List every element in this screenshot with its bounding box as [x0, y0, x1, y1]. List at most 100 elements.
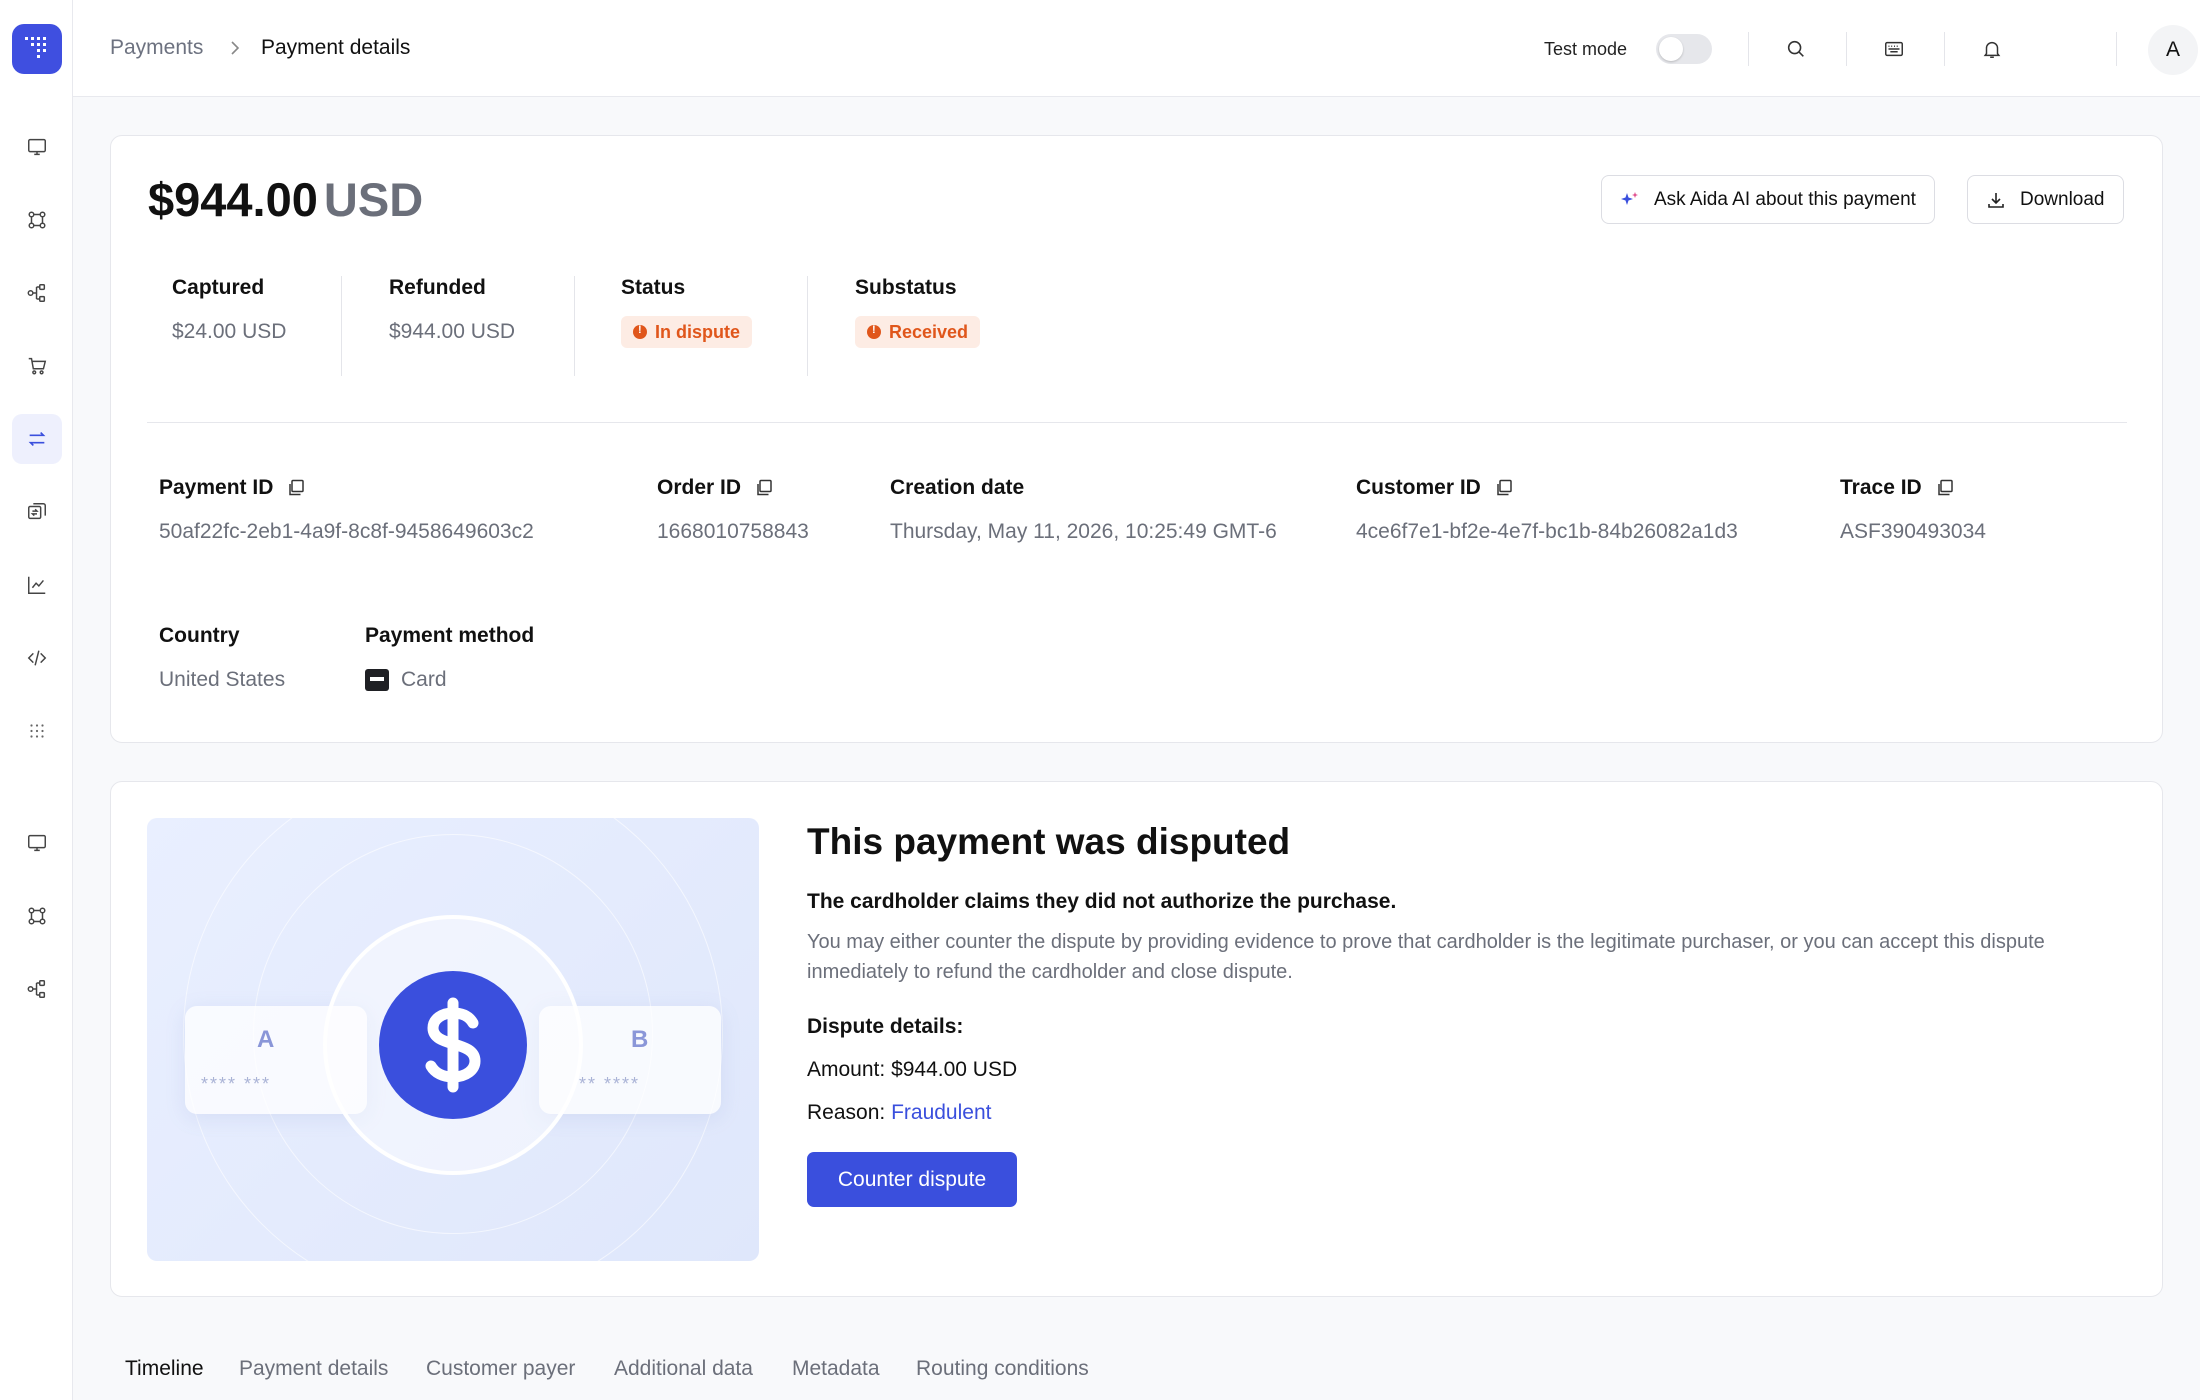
test-mode-toggle[interactable]	[1656, 34, 1712, 64]
order-id-label: Order ID	[657, 476, 742, 499]
dispute-amount-value: $944.00 USD	[891, 1058, 1018, 1081]
divider	[807, 276, 808, 376]
refunded-label: Refunded	[389, 276, 486, 299]
download-icon	[1988, 192, 2004, 208]
breadcrumb-payments[interactable]: Payments	[110, 36, 203, 60]
tab-metadata[interactable]: Metadata	[792, 1357, 880, 1381]
download-label: Download	[2020, 188, 2105, 210]
divider	[147, 422, 2127, 423]
captured-value: $24.00 USD	[172, 320, 287, 343]
divider	[1846, 32, 1847, 66]
payment-id-value: 50af22fc-2eb1-4a9f-8c8f-9458649603c2	[159, 520, 534, 543]
substatus-stat: Substatus Received	[855, 276, 981, 348]
creation-date-value: Thursday, May 11, 2026, 10:25:49 GMT-6	[890, 520, 1277, 543]
tab-routing-conditions[interactable]: Routing conditions	[916, 1357, 1089, 1381]
copy-icon[interactable]	[1495, 479, 1513, 497]
transactions-icon[interactable]	[12, 414, 62, 464]
chevron-right-icon	[231, 41, 240, 55]
substatus-value: Received	[889, 321, 969, 342]
connections-icon[interactable]	[12, 964, 62, 1014]
tab-payment-details[interactable]: Payment details	[239, 1357, 388, 1381]
tab-customer-payer[interactable]: Customer payer	[426, 1357, 575, 1381]
payment-id-field: Payment ID 50af22fc-2eb1-4a9f-8c8f-94586…	[159, 476, 534, 544]
cart-icon[interactable]	[12, 341, 62, 391]
keyboard-icon[interactable]	[1875, 30, 1913, 68]
bell-icon[interactable]	[1973, 30, 2011, 68]
dollar-icon	[379, 971, 527, 1119]
dispute-description: You may either counter the dispute by pr…	[807, 931, 2045, 983]
creation-date-field: Creation date Thursday, May 11, 2026, 10…	[890, 476, 1277, 544]
divider	[1748, 32, 1749, 66]
payment-method-label: Payment method	[365, 624, 535, 647]
breadcrumb-current: Payment details	[261, 36, 411, 59]
code-icon[interactable]	[12, 633, 62, 683]
trace-id-field: Trace ID ASF390493034	[1840, 476, 1986, 544]
card-a-letter: A	[257, 1026, 275, 1053]
search-icon[interactable]	[1777, 30, 1815, 68]
copy-icon[interactable]	[1936, 479, 1954, 497]
dispute-reason: Reason: Fraudulent	[807, 1101, 991, 1125]
substatus-badge: Received	[855, 316, 981, 348]
copy-icon[interactable]	[287, 479, 305, 497]
payment-summary-card: $944.00 USD Ask Aida AI about this paymen…	[110, 135, 2163, 743]
divider	[341, 276, 342, 376]
dispute-card: A **** *** B ** **** This payment was di…	[110, 781, 2163, 1297]
status-stat: Status In dispute	[621, 276, 752, 348]
refunded-stat: Refunded $944.00 USD	[389, 276, 515, 344]
amount-currency: USD	[323, 173, 424, 226]
monitor-icon[interactable]	[12, 818, 62, 868]
substatus-label: Substatus	[855, 276, 957, 299]
dispute-amount-label: Amount:	[807, 1058, 886, 1081]
dispute-reason-link[interactable]: Fraudulent	[891, 1101, 991, 1124]
status-label: Status	[621, 276, 686, 299]
alert-icon	[633, 324, 647, 339]
divider	[1944, 32, 1945, 66]
apps-grid-icon[interactable]	[12, 706, 62, 756]
counter-dispute-button[interactable]: Counter dispute	[807, 1152, 1017, 1207]
test-mode-label: Test mode	[1544, 39, 1628, 59]
workflow-icon[interactable]	[12, 195, 62, 245]
country-value: United States	[159, 668, 286, 691]
card-b-letter: B	[631, 1026, 649, 1053]
tab-additional-data[interactable]: Additional data	[614, 1357, 753, 1381]
amount-value: $944.00	[148, 173, 318, 226]
captured-label: Captured	[172, 276, 265, 299]
captured-stat: Captured $24.00 USD	[172, 276, 286, 344]
card-b-number: ** ****	[579, 1074, 641, 1094]
ask-ai-button[interactable]: Ask Aida AI about this payment	[1601, 175, 1935, 224]
dispute-title: This payment was disputed	[807, 821, 1291, 862]
dispute-reason-label: Reason:	[807, 1101, 886, 1124]
alert-icon	[867, 324, 881, 339]
credit-card-icon	[365, 669, 389, 691]
country-label: Country	[159, 624, 240, 647]
grid-logo-icon[interactable]	[12, 24, 62, 74]
avatar[interactable]: A	[2148, 25, 2198, 75]
payment-method-field: Payment method Card	[365, 624, 534, 692]
workflow-icon[interactable]	[12, 891, 62, 941]
divider	[574, 276, 575, 376]
dispute-amount: Amount: $944.00 USD	[807, 1058, 1017, 1082]
dispute-illustration: A **** *** B ** ****	[147, 818, 759, 1261]
status-value: In dispute	[655, 321, 740, 342]
sparkle-icon	[1621, 191, 1638, 205]
connections-icon[interactable]	[12, 268, 62, 318]
payment-amount: $944.00 USD	[148, 172, 423, 227]
reconciliation-icon[interactable]	[12, 487, 62, 537]
monitor-icon[interactable]	[12, 122, 62, 172]
refunded-value: $944.00 USD	[389, 320, 516, 343]
tab-timeline[interactable]: Timeline	[125, 1357, 204, 1381]
dispute-subtitle: The cardholder claims they did not autho…	[807, 890, 1397, 913]
order-id-value: 1668010758843	[657, 520, 809, 543]
trace-id-label: Trace ID	[1840, 476, 1922, 499]
download-button[interactable]: Download	[1967, 175, 2124, 224]
status-badge: In dispute	[621, 316, 752, 348]
country-field: Country United States	[159, 624, 285, 692]
customer-id-field: Customer ID 4ce6f7e1-bf2e-4e7f-bc1b-84b2…	[1356, 476, 1738, 544]
chart-icon[interactable]	[12, 560, 62, 610]
divider	[2116, 32, 2117, 66]
ask-ai-label: Ask Aida AI about this payment	[1654, 188, 1916, 210]
trace-id-value: ASF390493034	[1840, 520, 1986, 543]
copy-icon[interactable]	[755, 479, 773, 497]
card-a-number: **** ***	[201, 1074, 272, 1094]
payment-method-value: Card	[401, 668, 447, 691]
